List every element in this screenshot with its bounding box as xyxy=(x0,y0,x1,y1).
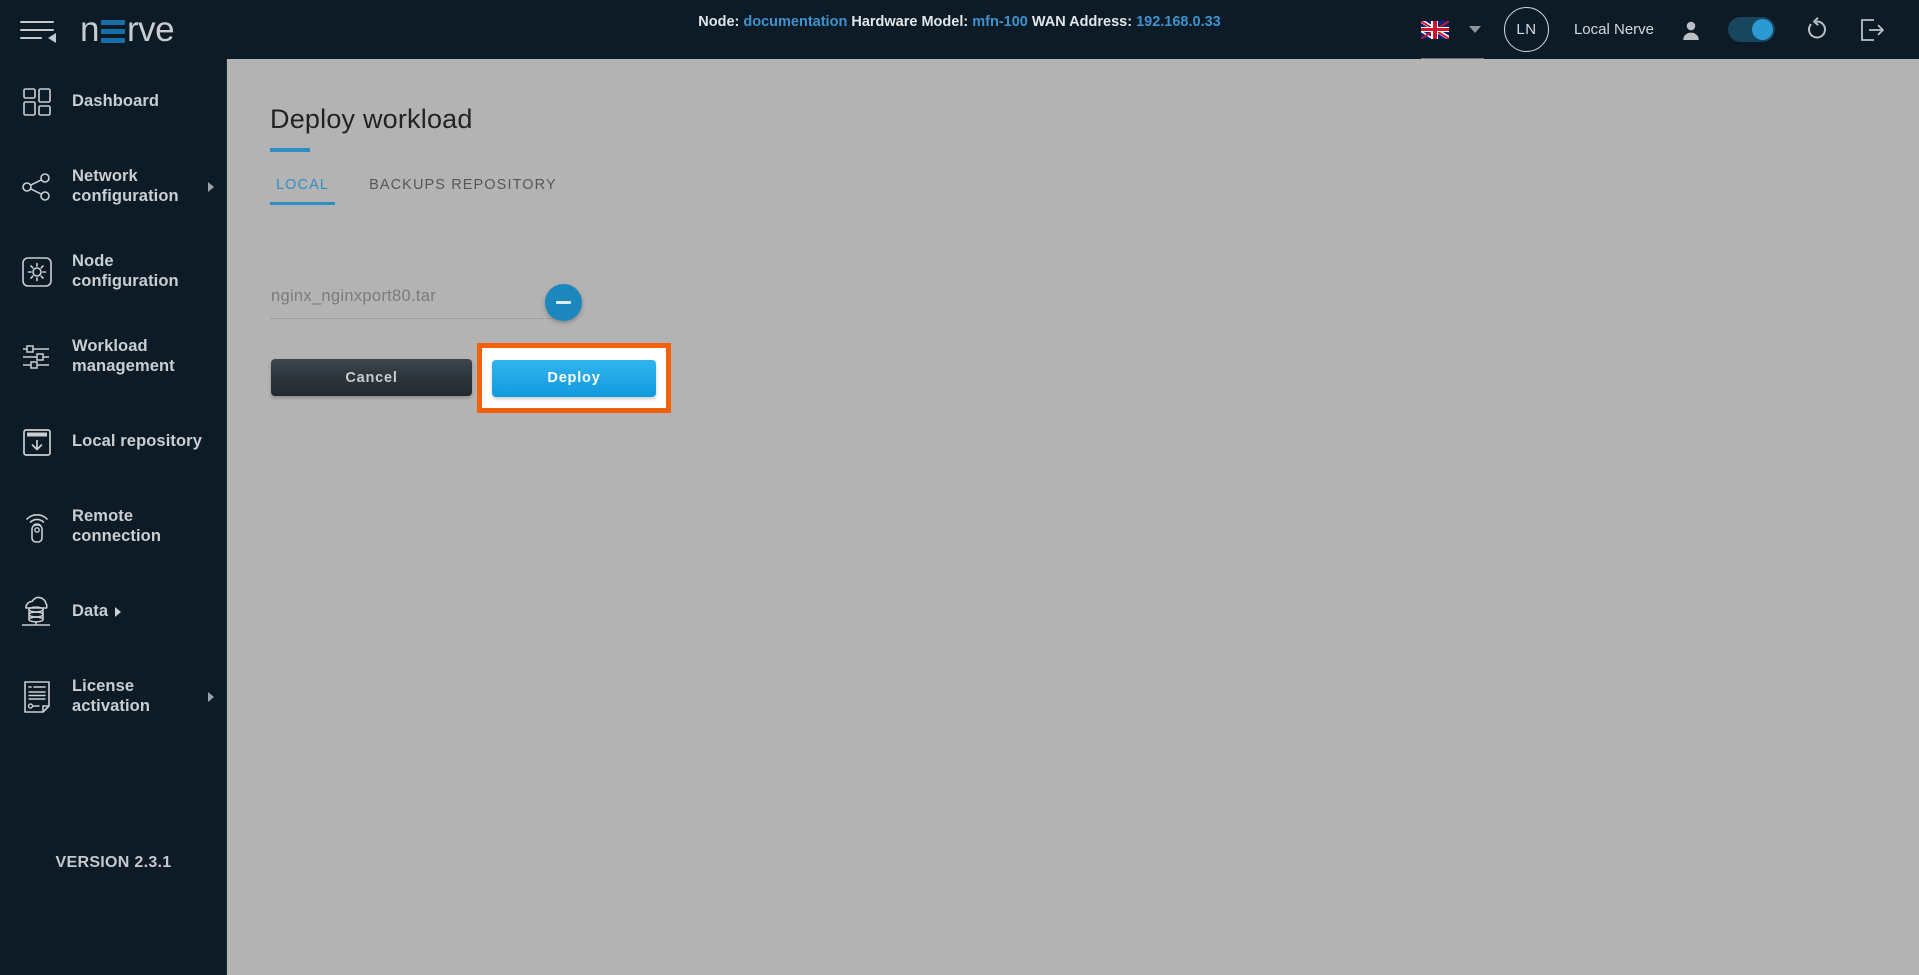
hamburger-menu-icon[interactable] xyxy=(20,13,58,47)
avatar[interactable]: LN xyxy=(1503,7,1549,52)
sidebar-item-local-repository[interactable]: Local repository xyxy=(0,399,226,484)
deploy-button-highlight: Deploy xyxy=(477,343,671,413)
sidebar-item-label: Local repository xyxy=(72,431,202,450)
sidebar-item-label: Workload management xyxy=(72,337,175,375)
equals-bars-icon xyxy=(100,18,125,45)
file-name-value: nginx_nginxport80.tar xyxy=(271,287,436,305)
avatar-initials: LN xyxy=(1516,21,1537,38)
node-gear-icon xyxy=(14,256,60,288)
file-field[interactable]: nginx_nginxport80.tar xyxy=(271,287,566,319)
tab-backups-repository[interactable]: BACKUPS REPOSITORY xyxy=(363,177,563,205)
sidebar-item-label: Network configuration xyxy=(72,167,179,205)
network-share-icon xyxy=(14,172,60,202)
person-icon[interactable] xyxy=(1680,18,1702,42)
sidebar-item-label: Remote connection xyxy=(72,507,162,545)
sidebar-item-node-configuration[interactable]: Node configuration xyxy=(0,229,226,314)
username-label: Local Nerve xyxy=(1573,21,1654,38)
sidebar-item-data[interactable]: Data xyxy=(0,569,226,654)
chevron-right-icon xyxy=(208,691,214,702)
wan-address-label: WAN Address: xyxy=(1031,14,1133,30)
file-field-underline xyxy=(271,318,566,319)
top-header-bar: n rve Node: documentation Hardware Model… xyxy=(0,0,1919,59)
sidebar-item-license-activation[interactable]: License activation xyxy=(0,654,226,739)
sidebar-item-workload-management[interactable]: Workload management xyxy=(0,314,226,399)
logo-text-after: rve xyxy=(126,10,175,49)
wan-address-value: 192.168.0.33 xyxy=(1136,14,1221,30)
toggle-knob xyxy=(1752,19,1773,40)
menu-line-3 xyxy=(20,36,42,39)
sidebar-item-network-configuration[interactable]: Network configuration xyxy=(0,144,226,229)
remove-file-button[interactable] xyxy=(545,284,582,321)
hardware-model-label: Hardware Model: xyxy=(851,14,969,30)
status-toggle[interactable] xyxy=(1728,17,1775,42)
sidebar-item-dashboard[interactable]: Dashboard xyxy=(0,59,226,144)
license-document-icon xyxy=(14,680,60,714)
chevron-right-icon xyxy=(208,181,214,192)
menu-collapse-caret-icon xyxy=(48,32,56,43)
remote-signal-icon xyxy=(14,510,60,544)
sidebar: Dashboard Network configuration Node con… xyxy=(0,59,227,975)
tab-bar: LOCAL BACKUPS REPOSITORY xyxy=(270,177,563,205)
sidebar-item-label: Dashboard xyxy=(72,91,160,110)
menu-line-2 xyxy=(20,28,54,31)
dashboard-grid-icon xyxy=(14,87,60,117)
menu-line-1 xyxy=(20,20,54,23)
cancel-button[interactable]: Cancel xyxy=(271,359,472,396)
repository-download-icon xyxy=(14,426,60,458)
uk-flag-icon xyxy=(1420,20,1449,39)
cloud-database-icon xyxy=(14,595,60,629)
chevron-down-icon xyxy=(1468,26,1481,33)
page-title: Deploy workload xyxy=(270,104,473,134)
node-value: documentation xyxy=(743,14,848,30)
main-content: Deploy workload LOCAL BACKUPS REPOSITORY… xyxy=(228,59,1919,975)
minus-circle-icon xyxy=(556,301,571,304)
logo-text-before: n xyxy=(80,10,99,49)
chevron-right-icon xyxy=(115,606,122,617)
header-right-controls: LN Local Nerve xyxy=(1420,0,1919,59)
nerve-logo[interactable]: n rve xyxy=(80,10,175,50)
tab-local[interactable]: LOCAL xyxy=(270,177,336,205)
sidebar-item-label: Data xyxy=(72,601,109,620)
page-title-underline xyxy=(270,148,310,152)
restart-icon[interactable] xyxy=(1805,17,1829,42)
sidebar-item-label: Node configuration xyxy=(72,252,179,290)
sliders-icon xyxy=(14,343,60,371)
language-selector[interactable] xyxy=(1420,10,1484,59)
sidebar-item-label: License activation xyxy=(72,677,151,715)
sidebar-item-remote-connection[interactable]: Remote connection xyxy=(0,484,226,569)
deploy-button[interactable]: Deploy xyxy=(492,359,656,397)
hardware-model-value: mfn-100 xyxy=(972,14,1028,30)
logout-icon[interactable] xyxy=(1859,17,1886,43)
node-label: Node: xyxy=(698,14,740,30)
version-label: VERSION 2.3.1 xyxy=(55,854,172,871)
